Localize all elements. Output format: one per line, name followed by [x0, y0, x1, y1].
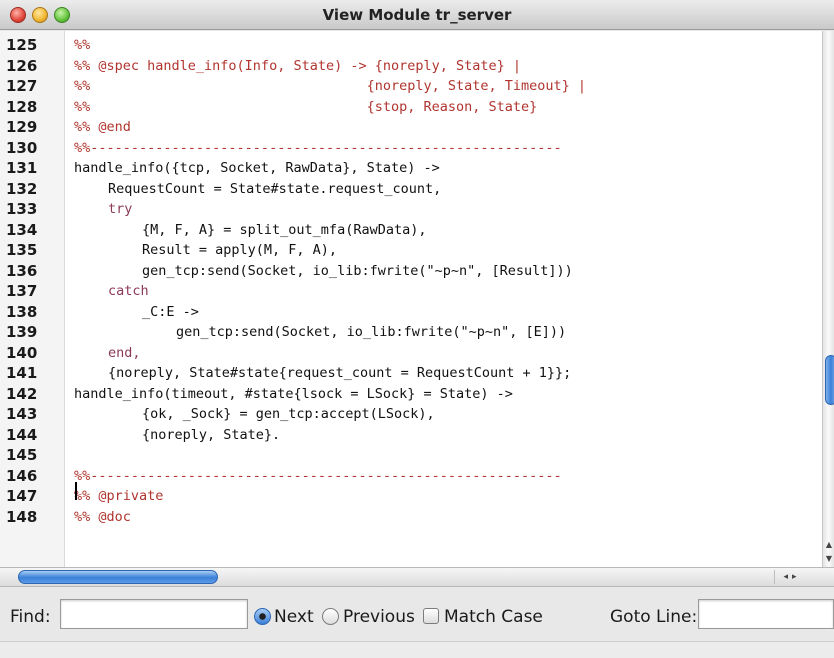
line-number: 131: [6, 159, 38, 177]
code-line: 140 end,: [0, 343, 822, 363]
code-text: end,: [108, 344, 141, 361]
code-text: gen_tcp:send(Socket, io_lib:fwrite("~p~n…: [142, 262, 573, 279]
window-title: View Module tr_server: [322, 6, 512, 24]
code-line: 134 {M, F, A} = split_out_mfa(RawData),: [0, 220, 822, 240]
line-number: 133: [6, 200, 38, 218]
code-line: 144 {noreply, State}.: [0, 425, 822, 445]
code-line: 130 %%-----------------------------------…: [0, 138, 822, 158]
code-line: 138 _C:E ->: [0, 302, 822, 322]
code-line: 127 %% {noreply, State, Timeout} |: [0, 76, 822, 96]
code-line: 129 %% @end: [0, 117, 822, 137]
match-case-label: Match Case: [444, 607, 543, 627]
code-line: 126 %% @spec handle_info(Info, State) -> …: [0, 56, 822, 76]
code-line: 141 {noreply, State#state{request_count =…: [0, 363, 822, 383]
code-text: handle_info(timeout, #state{lsock = LSoc…: [74, 385, 513, 402]
vertical-scroll-thumb[interactable]: [825, 355, 834, 405]
line-number: 137: [6, 282, 38, 300]
line-number: 141: [6, 364, 38, 382]
line-number: 135: [6, 241, 38, 259]
code-line: 147 %% @private: [0, 486, 822, 506]
line-number: 130: [6, 138, 38, 157]
code-text: %% @doc: [74, 508, 131, 525]
line-number: 125: [6, 36, 38, 54]
code-text: _C:E ->: [142, 303, 199, 320]
code-line: 135 Result = apply(M, F, A),: [0, 240, 822, 260]
code-line: 125%%: [0, 35, 822, 55]
code-text: try: [108, 201, 133, 217]
code-line: 136 gen_tcp:send(Socket, io_lib:fwrite("~…: [0, 261, 822, 281]
code-text: Result = apply(M, F, A),: [142, 242, 338, 258]
line-number: 138: [6, 302, 38, 321]
line-number: 148: [6, 507, 38, 526]
line-number: 145: [6, 446, 38, 464]
code-line: 132 RequestCount = State#state.request_co…: [0, 179, 822, 199]
code-text: %% {stop, Reason, State}: [74, 98, 538, 115]
goto-line-input[interactable]: [698, 599, 834, 629]
previous-radio[interactable]: [322, 608, 339, 625]
code-text: %%: [74, 37, 91, 53]
code-text: catch: [108, 283, 149, 299]
horizontal-scroll-arrows-icon[interactable]: ◂▸: [774, 570, 809, 584]
code-line: 148 %% @doc: [0, 507, 822, 527]
code-text: {M, F, A} = split_out_mfa(RawData),: [142, 221, 427, 238]
code-text: {noreply, State}.: [142, 426, 281, 443]
vertical-scrollbar[interactable]: ▲ ▼: [822, 31, 834, 567]
next-label: Next: [274, 607, 314, 627]
code-line: 146 %%-----------------------------------…: [0, 466, 822, 486]
line-number: 140: [6, 343, 38, 362]
window-titlebar: View Module tr_server: [0, 0, 834, 30]
code-line: 145: [0, 445, 822, 465]
code-text: handle_info({tcp, Socket, RawData}, Stat…: [74, 160, 440, 176]
goto-line-label: Goto Line:: [610, 607, 698, 627]
code-text: RequestCount = State#state.request_count…: [108, 180, 442, 197]
find-input[interactable]: [60, 599, 248, 629]
code-text: %% {noreply, State, Timeout} |: [74, 78, 587, 94]
code-line: 143 {ok, _Sock} = gen_tcp:accept(LSock),: [0, 404, 822, 424]
line-number: 143: [6, 405, 38, 423]
line-number: 146: [6, 466, 38, 485]
text-caret: [75, 482, 77, 500]
line-number: 147: [6, 487, 38, 505]
code-line: 142 handle_info(timeout, #state{lsock = L…: [0, 384, 822, 404]
horizontal-scrollbar[interactable]: ◂▸: [0, 567, 834, 587]
code-text: %%--------------------------------------…: [74, 467, 562, 484]
code-line: 133 try: [0, 199, 822, 219]
code-line: 139 gen_tcp:send(Socket, io_lib:fwrite("~…: [0, 322, 822, 342]
previous-label: Previous: [343, 607, 415, 627]
code-text: gen_tcp:send(Socket, io_lib:fwrite("~p~n…: [176, 324, 567, 340]
line-number: 132: [6, 179, 38, 198]
code-text: %% @end: [74, 119, 131, 135]
code-line: 128 %% {stop, Reason, State}: [0, 97, 822, 117]
line-number: 129: [6, 118, 38, 136]
next-radio[interactable]: [254, 608, 271, 625]
code-text: %% @spec handle_info(Info, State) -> {no…: [74, 57, 522, 74]
code-text: %% @private: [74, 488, 164, 504]
line-number: 139: [6, 323, 38, 341]
find-label: Find:: [10, 607, 51, 627]
find-bar: Find: Next Previous Match Case Goto Line…: [0, 588, 834, 658]
line-number: 144: [6, 425, 38, 444]
line-number: 126: [6, 56, 38, 75]
code-text: {noreply, State#state{request_count = Re…: [108, 365, 572, 381]
match-case-checkbox[interactable]: [423, 608, 439, 624]
code-text: {ok, _Sock} = gen_tcp:accept(LSock),: [142, 406, 435, 422]
code-editor[interactable]: 125%% 126%% @spec handle_info(Info, State…: [0, 31, 822, 567]
line-number: 142: [6, 384, 38, 403]
line-number: 136: [6, 261, 38, 280]
code-line: 137 catch: [0, 281, 822, 301]
horizontal-scroll-thumb[interactable]: [18, 570, 218, 584]
code-line: 131 handle_info({tcp, Socket, RawData}, S…: [0, 158, 822, 178]
line-number: 134: [6, 220, 38, 239]
scroll-up-arrow-icon[interactable]: ▲: [824, 539, 834, 551]
status-bar: [0, 641, 834, 658]
line-number: 128: [6, 97, 38, 116]
code-text: %%--------------------------------------…: [74, 139, 562, 156]
line-number: 127: [6, 77, 38, 95]
scroll-down-arrow-icon[interactable]: ▼: [824, 553, 834, 565]
